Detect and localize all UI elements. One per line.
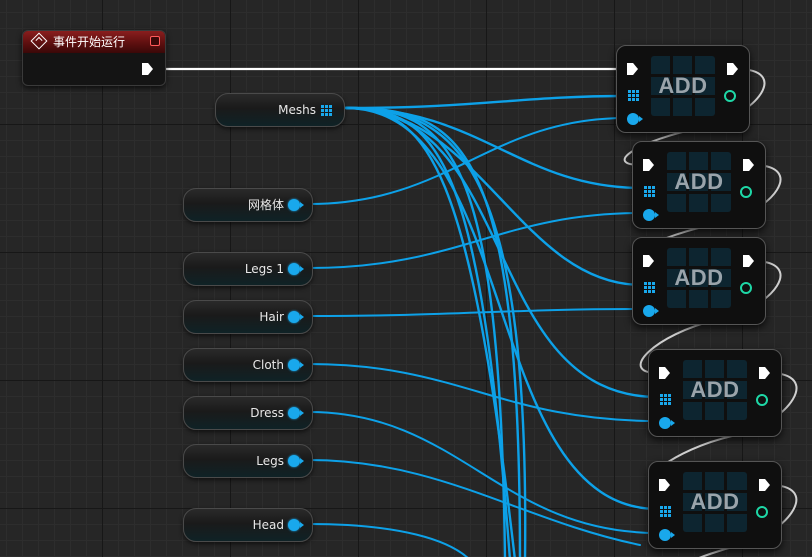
integer-out-pin-icon[interactable]: [756, 394, 768, 406]
add-node-1[interactable]: ADD: [616, 45, 750, 133]
array-wire-down-5: [344, 106, 527, 557]
add-node-label: ADD: [690, 489, 740, 514]
var-label: Head: [252, 518, 284, 532]
exec-out-pin-icon[interactable]: [727, 63, 738, 75]
object-pin-icon[interactable]: [288, 263, 304, 275]
object-in-pin-icon[interactable]: [643, 209, 659, 221]
var-label: 网格体: [247, 198, 284, 212]
array-in-pin-icon[interactable]: [660, 506, 671, 517]
var-wire-cloth: [308, 363, 659, 422]
var-wire-legs1: [308, 212, 643, 269]
exec-in-pin-icon[interactable]: [659, 479, 670, 491]
array-wire-1: [344, 94, 628, 110]
integer-out-pin-icon[interactable]: [740, 282, 752, 294]
exec-in-pin-icon[interactable]: [627, 63, 638, 75]
event-diamond-icon: [30, 32, 48, 50]
object-pin-icon[interactable]: [288, 519, 304, 531]
add-node-label: ADD: [690, 377, 740, 402]
add-node-label: ADD: [674, 169, 724, 194]
delegate-pin-icon[interactable]: [150, 36, 160, 46]
var-node-legs[interactable]: Legs: [183, 444, 313, 478]
add-node-3[interactable]: ADD: [632, 237, 766, 325]
var-node-cloth[interactable]: Cloth: [183, 348, 313, 382]
exec-out-pin-icon[interactable]: [759, 367, 770, 379]
add-node-label: ADD: [658, 73, 708, 98]
exec-in-pin-icon[interactable]: [643, 255, 654, 267]
exec-out-pin-icon[interactable]: [142, 63, 153, 75]
exec-out-pin-icon[interactable]: [743, 255, 754, 267]
var-label: Hair: [259, 310, 284, 324]
var-node-hair[interactable]: Hair: [183, 300, 313, 334]
object-in-pin-icon[interactable]: [643, 305, 659, 317]
array-pin-icon[interactable]: [321, 105, 332, 116]
array-wire-down-1: [344, 106, 507, 557]
integer-out-pin-icon[interactable]: [756, 506, 768, 518]
exec-out-pin-icon[interactable]: [759, 479, 770, 491]
array-in-pin-icon[interactable]: [644, 186, 655, 197]
exec-in-pin-icon[interactable]: [643, 159, 654, 171]
object-in-pin-icon[interactable]: [627, 113, 643, 125]
object-pin-icon[interactable]: [288, 359, 304, 371]
add-node-2[interactable]: ADD: [632, 141, 766, 229]
array-wire-5: [344, 106, 660, 511]
var-node-legs1[interactable]: Legs 1: [183, 252, 313, 286]
var-wire-hair: [308, 308, 643, 317]
array-in-pin-icon[interactable]: [644, 282, 655, 293]
array-wire-down-3: [344, 106, 516, 557]
object-pin-icon[interactable]: [288, 199, 304, 211]
var-label: Dress: [250, 406, 284, 420]
var-label: Legs: [256, 454, 284, 468]
exec-in-pin-icon[interactable]: [659, 367, 670, 379]
var-node-head[interactable]: Head: [183, 508, 313, 542]
array-wire-3: [344, 106, 644, 287]
array-in-pin-icon[interactable]: [628, 90, 639, 101]
object-in-pin-icon[interactable]: [659, 417, 675, 429]
object-in-pin-icon[interactable]: [659, 529, 675, 541]
integer-out-pin-icon[interactable]: [724, 90, 736, 102]
array-wire-2: [344, 106, 644, 190]
event-begin-play-node[interactable]: 事件开始运行: [22, 30, 166, 86]
add-node-4[interactable]: ADD: [648, 349, 782, 437]
object-pin-icon[interactable]: [288, 407, 304, 419]
array-wire-down-4: [344, 106, 522, 557]
var-label: Legs 1: [244, 262, 284, 276]
var-label: Cloth: [252, 358, 284, 372]
add-node-5[interactable]: ADD: [648, 461, 782, 549]
var-wire-wanggeti: [308, 117, 627, 205]
integer-out-pin-icon[interactable]: [740, 186, 752, 198]
var-wire-dress: [308, 411, 659, 534]
array-wire-down-2: [344, 106, 511, 557]
event-node-header: 事件开始运行: [23, 31, 165, 53]
array-in-pin-icon[interactable]: [660, 394, 671, 405]
exec-out-pin-icon[interactable]: [743, 159, 754, 171]
object-pin-icon[interactable]: [288, 311, 304, 323]
object-pin-icon[interactable]: [288, 455, 304, 467]
array-wire-4: [344, 106, 660, 399]
var-wire-head: [308, 523, 469, 557]
var-node-meshs[interactable]: Meshs: [215, 93, 345, 127]
var-label-meshs: Meshs: [278, 103, 316, 117]
var-node-dress[interactable]: Dress: [183, 396, 313, 430]
add-node-label: ADD: [674, 265, 724, 290]
var-node-wanggeti[interactable]: 网格体: [183, 188, 313, 222]
var-wire-legs: [308, 459, 641, 546]
event-node-title: 事件开始运行: [53, 35, 126, 49]
